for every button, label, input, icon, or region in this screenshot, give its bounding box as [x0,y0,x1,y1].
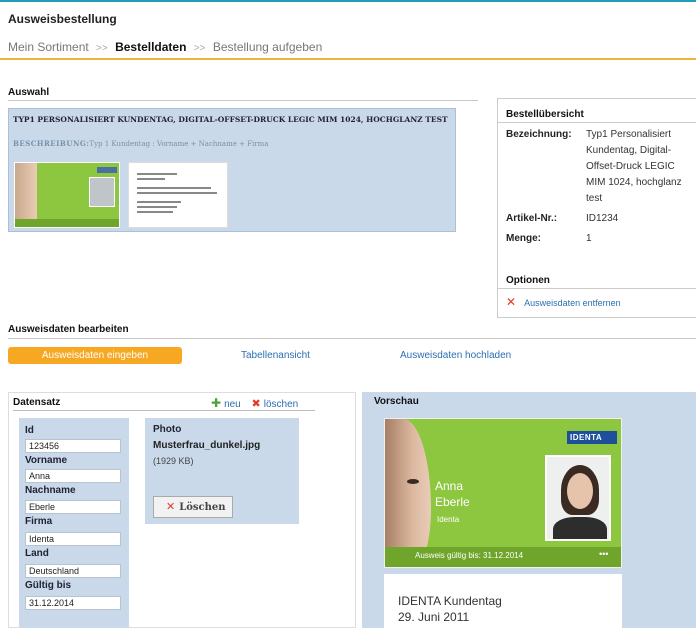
card-dots: ••• [599,549,609,559]
tab-ausweisdaten-hochladen[interactable]: Ausweisdaten hochladen [400,347,511,364]
close-icon: ✕ [506,295,517,309]
photo-box: Photo Musterfrau_dunkel.jpg (1929 KB) ✕ L… [145,418,299,524]
section-divider [8,338,696,339]
description-label: BESCHREIBUNG: [13,139,90,148]
plus-icon: ✚ [211,396,222,410]
vorname-field[interactable]: Anna [25,469,121,483]
bezeichnung-value: Typ1 Personalisiert Kundentag, Digital-O… [586,129,682,204]
breadcrumb: Mein Sortiment >> Bestelldaten >> Bestel… [8,40,322,54]
card-back-thumbnail[interactable] [128,162,228,228]
identa-logo: IDENTA [567,431,617,444]
id-label: Id [25,425,34,436]
breadcrumb-underline [0,58,696,60]
gueltig-label: Gültig bis [25,580,72,591]
description-value: Typ 1 Kundentag : Vorname + Nachname + F… [89,140,269,148]
menge-label: Menge: [506,233,541,244]
new-label: neu [224,399,241,410]
firma-field[interactable]: Identa [25,532,121,546]
card-firm: Identa [437,515,460,524]
breadcrumb-separator: >> [96,43,108,54]
product-name: TYP1 PERSONALISIERT KUNDENTAG, DIGITAL-O… [13,115,448,124]
delete-record-button[interactable]: ✖ löschen [244,397,299,410]
breadcrumb-bestelldaten: Bestelldaten [115,40,187,54]
card-validity: Ausweis gültig bis: 31.12.2014 [415,551,524,560]
section-divider [8,100,478,101]
product-description: BESCHREIBUNG:Typ 1 Kundentag : Vorname +… [13,139,268,148]
datensatz-title: Datensatz [13,397,61,408]
card-face-image [385,419,431,567]
firma-label: Firma [25,516,53,527]
new-record-button[interactable]: ✚ neu [211,396,241,410]
preview-title: Vorschau [374,396,419,407]
remove-card-data-link[interactable]: ✕ Ausweisdaten entfernen [506,295,621,309]
artikel-value: ID1234 [586,213,619,224]
card-front-thumbnail[interactable] [14,162,120,228]
land-field[interactable]: Deutschland [25,564,121,578]
nachname-field[interactable]: Eberle [25,500,121,514]
photo-label: Photo [153,424,182,435]
breadcrumb-mein-sortiment[interactable]: Mein Sortiment [8,40,89,54]
breadcrumb-separator: >> [193,43,206,54]
delete-photo-label: Löschen [179,502,226,513]
vorname-label: Vorname [25,455,68,466]
page-title: Ausweisbestellung [8,12,117,26]
card-firstname: Anna [435,479,464,493]
datensatz-panel: Datensatz ✚ neu ✖ löschen Id 123456 Vornam… [8,392,356,628]
back-line-2: 29. Juni 2011 [398,610,470,624]
gueltig-field[interactable]: 31.12.2014 [25,596,121,610]
bezeichnung-label: Bezeichnung: [506,129,572,140]
remove-label: Ausweisdaten entfernen [524,298,621,308]
card-lastname: Eberle [435,495,470,509]
id-field[interactable]: 123456 [25,439,121,453]
header-accent-line [0,0,696,2]
menge-value: 1 [586,233,592,244]
card-back-preview: IDENTA Kundentag 29. Juni 2011 [384,574,622,628]
card-front-preview: IDENTA Anna Eberle Identa Ausweis gültig… [384,418,622,568]
tab-tabellenansicht[interactable]: Tabellenansicht [241,347,310,364]
delete-label: löschen [263,399,299,410]
photo-size: (1929 KB) [153,456,194,466]
nachname-label: Nachname [25,485,76,496]
close-icon: ✕ [166,500,176,513]
order-summary: Bestellübersicht Bezeichnung: Typ1 Perso… [497,98,696,318]
delete-photo-button[interactable]: ✕ Löschen [153,496,233,518]
artikel-label: Artikel-Nr.: [506,213,558,224]
record-fields: Id 123456 Vorname Anna Nachname Eberle F… [19,418,129,628]
land-label: Land [25,548,49,559]
back-line-1: IDENTA Kundentag [398,594,502,608]
options-title: Optionen [506,275,550,286]
preview-panel: Vorschau IDENTA Anna Eberle Identa Auswe… [362,392,696,628]
tab-ausweisdaten-eingeben[interactable]: Ausweisdaten eingeben [8,347,182,364]
breadcrumb-bestellung-aufgeben: Bestellung aufgeben [212,40,323,54]
photo-filename: Musterfrau_dunkel.jpg [153,440,261,451]
summary-title: Bestellübersicht [506,109,584,120]
section-title-auswahl: Auswahl [8,87,50,98]
section-title-edit: Ausweisdaten bearbeiten [8,324,129,335]
close-icon: ✖ [251,397,261,410]
datensatz-actions: ✚ neu ✖ löschen [211,396,298,410]
card-portrait [545,455,611,541]
